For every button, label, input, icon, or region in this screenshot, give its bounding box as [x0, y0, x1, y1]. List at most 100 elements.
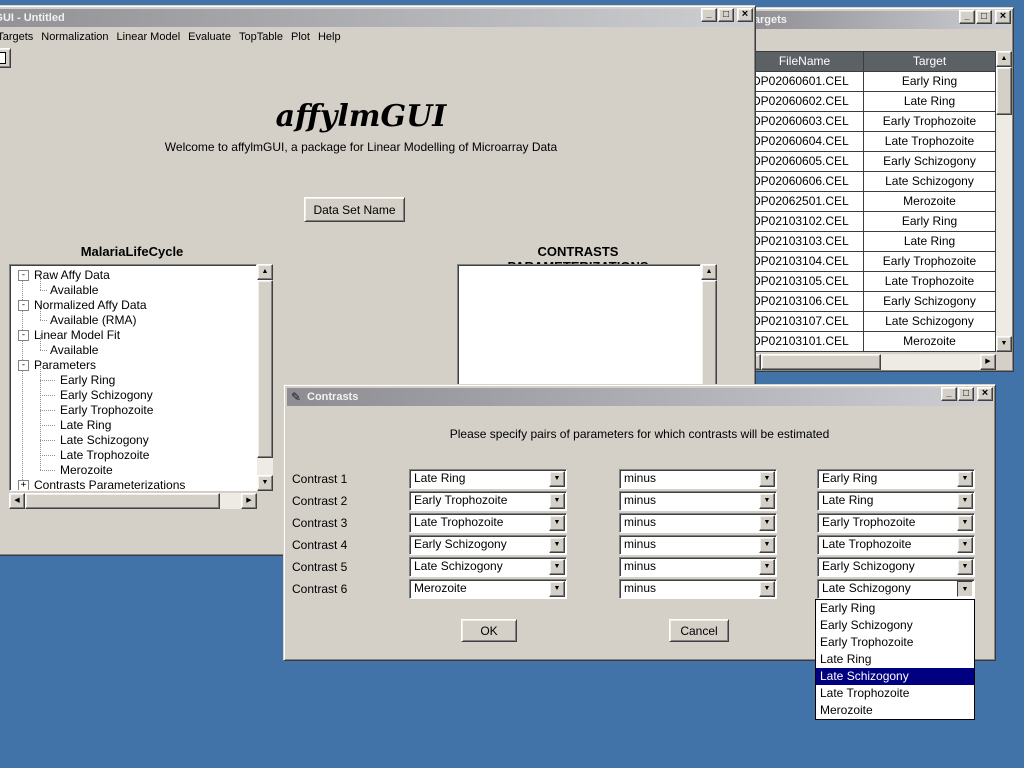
tree-item[interactable]: Late Schizogony: [10, 433, 256, 448]
table-row[interactable]: DP02103106.CELEarly Schizogony: [746, 292, 996, 312]
main-titlebar[interactable]: affylmGUI - Untitled: [0, 9, 752, 27]
minimize-icon[interactable]: _: [959, 10, 975, 24]
scrollbar-thumb[interactable]: [761, 354, 881, 370]
tree-item[interactable]: Late Ring: [10, 418, 256, 433]
contrast6-right-select[interactable]: Late Schizogony▼: [817, 579, 975, 599]
chevron-down-icon[interactable]: ▼: [957, 515, 973, 531]
dropdown-option-selected[interactable]: Late Schizogony: [816, 668, 974, 685]
tree-item[interactable]: -Raw Affy Data: [10, 268, 256, 283]
tree-vertical-scrollbar[interactable]: ▲ ▼: [257, 264, 273, 491]
tree-item[interactable]: Late Trophozoite: [10, 448, 256, 463]
tree-item[interactable]: Available (RMA): [10, 313, 256, 328]
contrast5-left-select[interactable]: Late Schizogony▼: [409, 557, 567, 577]
menu-linear-model[interactable]: Linear Model: [113, 29, 185, 45]
chevron-down-icon[interactable]: ▼: [549, 515, 565, 531]
close-icon[interactable]: ×: [737, 8, 753, 22]
menu-toptable[interactable]: TopTable: [235, 29, 287, 45]
tree-item[interactable]: Early Trophozoite: [10, 403, 256, 418]
column-header-target[interactable]: Target: [864, 52, 996, 72]
table-row[interactable]: DP02103104.CELEarly Trophozoite: [746, 252, 996, 272]
contrast6-left-select[interactable]: Merozoite▼: [409, 579, 567, 599]
dropdown-option[interactable]: Early Schizogony: [816, 617, 974, 634]
contrast4-left-select[interactable]: Early Schizogony▼: [409, 535, 567, 555]
chevron-down-icon[interactable]: ▼: [549, 493, 565, 509]
maximize-icon[interactable]: □: [976, 10, 992, 24]
scroll-up-icon[interactable]: ▲: [996, 51, 1012, 67]
targets-vertical-scrollbar[interactable]: ▲ ▼: [996, 51, 1012, 352]
tree-item[interactable]: Early Ring: [10, 373, 256, 388]
dropdown-option[interactable]: Early Trophozoite: [816, 634, 974, 651]
dropdown-option[interactable]: Merozoite: [816, 702, 974, 719]
menu-evaluate[interactable]: Evaluate: [184, 29, 235, 45]
dropdown-option[interactable]: Late Trophozoite: [816, 685, 974, 702]
tree-item[interactable]: Early Schizogony: [10, 388, 256, 403]
contrast4-right-select[interactable]: Late Trophozoite▼: [817, 535, 975, 555]
contrast1-right-select[interactable]: Early Ring▼: [817, 469, 975, 489]
menu-rna-targets[interactable]: RNA Targets: [0, 29, 37, 45]
contrast1-operator-select[interactable]: minus▼: [619, 469, 777, 489]
table-row[interactable]: DP02103105.CELLate Trophozoite: [746, 272, 996, 292]
table-row[interactable]: DP02060603.CELEarly Trophozoite: [746, 112, 996, 132]
tree-item[interactable]: -Parameters: [10, 358, 256, 373]
chevron-down-icon[interactable]: ▼: [957, 559, 973, 575]
scrollbar-thumb[interactable]: [25, 493, 220, 509]
contrast2-operator-select[interactable]: minus▼: [619, 491, 777, 511]
table-row[interactable]: DP02103103.CELLate Ring: [746, 232, 996, 252]
chevron-down-icon[interactable]: ▼: [957, 493, 973, 509]
table-row[interactable]: DP02060602.CELLate Ring: [746, 92, 996, 112]
menu-plot[interactable]: Plot: [287, 29, 314, 45]
chevron-down-icon[interactable]: ▼: [759, 581, 775, 597]
tree-item[interactable]: Available: [10, 343, 256, 358]
chevron-down-icon[interactable]: ▼: [549, 559, 565, 575]
chevron-down-icon[interactable]: ▼: [957, 581, 973, 597]
tree-collapse-icon[interactable]: -: [18, 330, 29, 341]
chevron-down-icon[interactable]: ▼: [759, 471, 775, 487]
table-row[interactable]: DP02060605.CELEarly Schizogony: [746, 152, 996, 172]
dataset-name-button[interactable]: Data Set Name: [304, 197, 405, 222]
menu-help[interactable]: Help: [314, 29, 345, 45]
contrast4-operator-select[interactable]: minus▼: [619, 535, 777, 555]
minimize-icon[interactable]: _: [941, 387, 957, 401]
scrollbar-thumb[interactable]: [996, 67, 1012, 115]
table-row[interactable]: DP02103102.CELEarly Ring: [746, 212, 996, 232]
scroll-up-icon[interactable]: ▲: [701, 264, 717, 280]
contrast5-right-select[interactable]: Early Schizogony▼: [817, 557, 975, 577]
toolbar-button[interactable]: [0, 48, 11, 68]
chevron-down-icon[interactable]: ▼: [759, 559, 775, 575]
chevron-down-icon[interactable]: ▼: [759, 537, 775, 553]
maximize-icon[interactable]: □: [958, 387, 974, 401]
scrollbar-thumb[interactable]: [257, 280, 273, 458]
column-header-filename[interactable]: FileName: [746, 52, 864, 72]
tree-item[interactable]: Merozoite: [10, 463, 256, 478]
close-icon[interactable]: ×: [995, 10, 1011, 24]
close-icon[interactable]: ×: [977, 387, 993, 401]
scroll-right-icon[interactable]: ▶: [980, 354, 996, 370]
scroll-left-icon[interactable]: ◀: [9, 493, 25, 509]
contrast5-operator-select[interactable]: minus▼: [619, 557, 777, 577]
chevron-down-icon[interactable]: ▼: [957, 471, 973, 487]
chevron-down-icon[interactable]: ▼: [759, 493, 775, 509]
contrast3-left-select[interactable]: Late Trophozoite▼: [409, 513, 567, 533]
contrast6-operator-select[interactable]: minus▼: [619, 579, 777, 599]
contrasts-titlebar[interactable]: ✎ Contrasts: [287, 388, 992, 406]
menu-normalization[interactable]: Normalization: [37, 29, 112, 45]
scroll-down-icon[interactable]: ▼: [996, 336, 1012, 352]
scroll-right-icon[interactable]: ▶: [241, 493, 257, 509]
tree-item[interactable]: -Linear Model Fit: [10, 328, 256, 343]
dropdown-option[interactable]: Early Ring: [816, 600, 974, 617]
table-row[interactable]: DP02060601.CELEarly Ring: [746, 72, 996, 92]
contrast2-right-select[interactable]: Late Ring▼: [817, 491, 975, 511]
tree-collapse-icon[interactable]: -: [18, 270, 29, 281]
contrast2-left-select[interactable]: Early Trophozoite▼: [409, 491, 567, 511]
tree-collapse-icon[interactable]: -: [18, 360, 29, 371]
table-row[interactable]: DP02060604.CELLate Trophozoite: [746, 132, 996, 152]
table-row[interactable]: DP02103101.CELMerozoite: [746, 332, 996, 352]
tree-item[interactable]: -Normalized Affy Data: [10, 298, 256, 313]
contrast3-right-select[interactable]: Early Trophozoite▼: [817, 513, 975, 533]
tree-item[interactable]: +Contrasts Parameterizations: [10, 478, 256, 491]
maximize-icon[interactable]: □: [718, 8, 734, 22]
scroll-up-icon[interactable]: ▲: [257, 264, 273, 280]
table-row[interactable]: DP02103107.CELLate Schizogony: [746, 312, 996, 332]
scroll-down-icon[interactable]: ▼: [257, 475, 273, 491]
dropdown-option[interactable]: Late Ring: [816, 651, 974, 668]
